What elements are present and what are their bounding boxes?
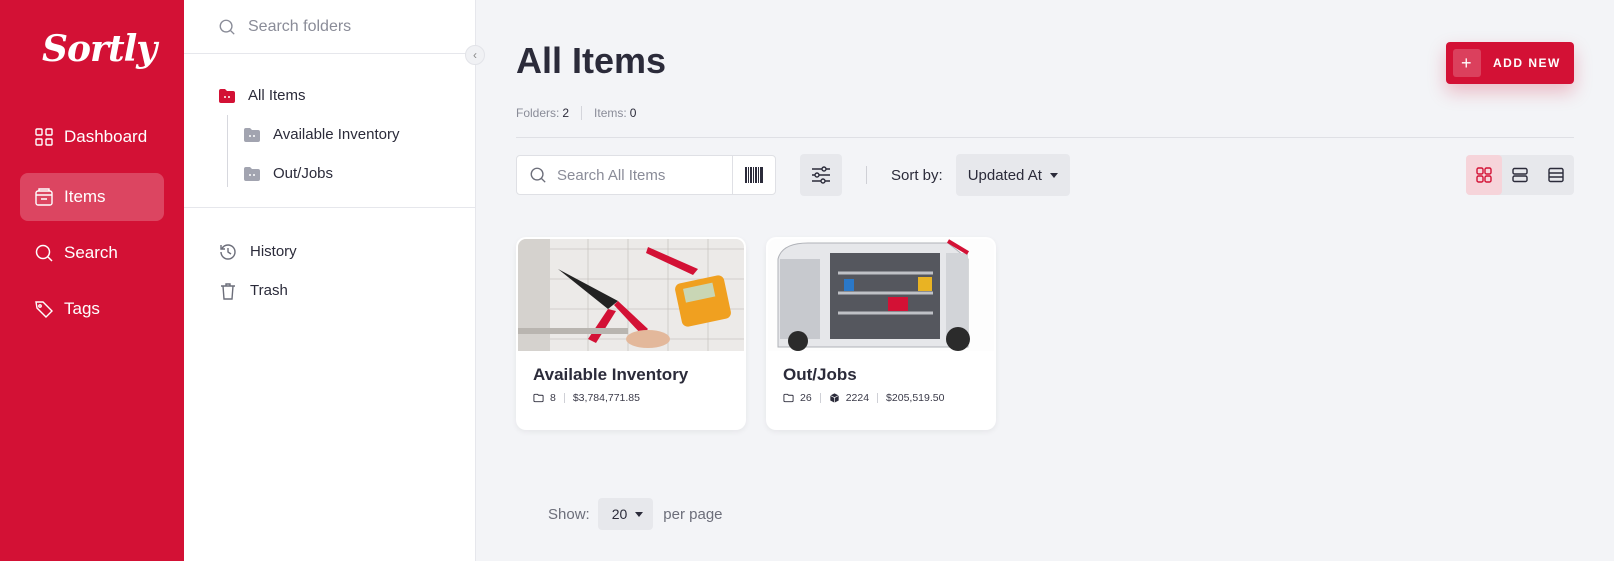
card-folder-count: 8	[550, 392, 556, 404]
nav-item-tags[interactable]: Tags	[20, 285, 164, 333]
nav-item-dashboard[interactable]: Dashboard	[20, 113, 164, 161]
sliders-icon	[812, 166, 830, 184]
per-page-label: per page	[663, 505, 723, 523]
history-link[interactable]: History	[218, 232, 297, 271]
folders-count-label: Folders:	[516, 106, 560, 120]
barcode-icon	[745, 167, 763, 183]
divider	[184, 207, 475, 208]
divider	[563, 393, 565, 403]
grid-view-button[interactable]	[1466, 155, 1502, 195]
folder-search-input[interactable]	[248, 17, 448, 36]
main-nav: Sortly Dashboard Items Search Tags	[0, 0, 184, 561]
trash-link[interactable]: Trash	[218, 271, 297, 310]
show-label: Show:	[548, 505, 590, 523]
rows-icon	[1512, 167, 1528, 183]
folder-outline-icon	[533, 393, 544, 403]
main-content: All Items Folders: 2 Items: 0 + ADD NEW	[476, 0, 1614, 561]
items-count: 0	[629, 106, 637, 120]
sort-label: Sort by:	[891, 166, 943, 184]
folder-search	[184, 0, 475, 54]
add-new-button[interactable]: + ADD NEW	[1446, 42, 1574, 84]
search-icon	[35, 244, 53, 262]
sort-value: Updated At	[967, 166, 1042, 184]
add-new-label: ADD NEW	[1493, 56, 1561, 70]
nav-label-tags: Tags	[64, 299, 100, 318]
table-icon	[1548, 167, 1564, 183]
caret-down-icon	[1049, 172, 1058, 178]
view-toggle	[1466, 155, 1574, 195]
folder-cards: Available Inventory 8 $3,784,771.85 Out/…	[516, 237, 996, 430]
card-folder-count: 26	[800, 392, 812, 404]
folder-panel: ‹ All Items Available Inventory	[184, 0, 485, 561]
folder-utilities: History Trash	[218, 232, 297, 310]
card-title: Out/Jobs	[783, 365, 857, 384]
trash-icon	[221, 282, 235, 300]
caret-down-icon	[635, 511, 644, 517]
nav-item-search[interactable]: Search	[20, 229, 164, 277]
divider	[866, 166, 867, 184]
card-total-value: $3,784,771.85	[572, 392, 640, 404]
history-label: History	[250, 243, 297, 260]
page-title: All Items	[516, 40, 667, 81]
dashboard-icon	[35, 128, 53, 146]
nav-item-items[interactable]: Items	[20, 173, 164, 221]
card-image	[518, 239, 744, 351]
search-icon	[219, 19, 235, 35]
folder-available-inventory[interactable]: Available Inventory	[243, 115, 399, 154]
counts-summary: Folders: 2 Items: 0	[516, 106, 636, 120]
folder-label: All Items	[248, 87, 306, 104]
folder-out-jobs[interactable]: Out/Jobs	[243, 154, 399, 193]
divider	[516, 137, 1574, 138]
divider	[877, 393, 879, 403]
grid-icon	[1476, 167, 1492, 183]
items-icon	[35, 188, 53, 206]
pagination: Show: 20 per page	[548, 498, 723, 530]
toolbar: Sort by: Updated At	[516, 154, 1070, 196]
per-page-value: 20	[611, 506, 628, 522]
card-quantity: 2224	[845, 392, 870, 404]
folder-tree: All Items Available Inventory Out/Jobs	[218, 76, 399, 193]
folder-card-out-jobs[interactable]: Out/Jobs 26 2224 $205,519.50	[766, 237, 996, 430]
folder-icon	[244, 127, 260, 142]
trash-label: Trash	[250, 282, 288, 299]
per-page-select[interactable]: 20	[597, 498, 654, 530]
plus-icon: +	[1453, 49, 1481, 77]
folder-children: Available Inventory Out/Jobs	[218, 115, 399, 193]
card-title: Available Inventory	[533, 365, 689, 384]
barcode-scan-button[interactable]	[732, 156, 775, 194]
folder-icon	[244, 166, 260, 181]
nav-label-dashboard: Dashboard	[64, 127, 148, 146]
tag-icon	[35, 301, 53, 318]
items-search-input[interactable]	[557, 166, 727, 184]
sort-select[interactable]: Updated At	[955, 154, 1070, 196]
folder-card-available-inventory[interactable]: Available Inventory 8 $3,784,771.85	[516, 237, 746, 430]
search-icon	[530, 167, 546, 183]
divider	[819, 393, 821, 403]
nav-label-search: Search	[64, 243, 118, 262]
card-meta: 26 2224 $205,519.50	[783, 392, 996, 404]
folder-icon	[219, 88, 235, 103]
items-search	[516, 155, 776, 195]
card-total-value: $205,519.50	[886, 392, 945, 404]
folder-label: Out/Jobs	[273, 165, 334, 182]
folder-label: Available Inventory	[273, 126, 400, 143]
filter-button[interactable]	[800, 154, 842, 196]
sortly-logo[interactable]: Sortly	[42, 28, 157, 70]
nav-label-items: Items	[64, 187, 106, 206]
table-view-button[interactable]	[1538, 155, 1574, 195]
items-count-label: Items:	[594, 106, 627, 120]
divider	[581, 106, 583, 120]
folder-outline-icon	[783, 393, 794, 403]
cube-icon	[829, 393, 839, 403]
folder-all-items[interactable]: All Items	[218, 76, 399, 115]
folders-count: 2	[562, 106, 570, 120]
card-meta: 8 $3,784,771.85	[533, 392, 746, 404]
list-view-button[interactable]	[1502, 155, 1538, 195]
card-image	[768, 239, 994, 351]
history-icon	[220, 243, 236, 260]
